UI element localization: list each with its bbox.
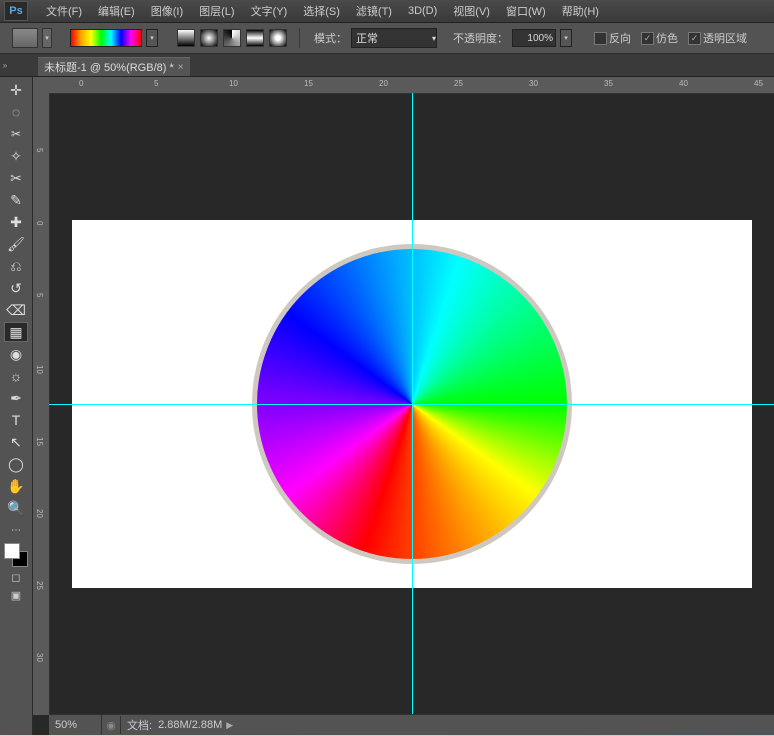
reverse-label: 反向 bbox=[609, 30, 631, 46]
ruler-tick: 45 bbox=[754, 79, 763, 88]
path-select-tool-icon[interactable]: ↖ bbox=[4, 432, 28, 452]
menu-help[interactable]: 帮助(H) bbox=[554, 3, 607, 19]
status-sync-icon[interactable]: ◉ bbox=[102, 716, 121, 734]
transparency-label: 透明区域 bbox=[703, 30, 747, 46]
ruler-tick: 35 bbox=[604, 79, 613, 88]
vertical-ruler[interactable]: 5 0 5 10 15 20 25 30 bbox=[33, 93, 50, 715]
ruler-tick: 15 bbox=[35, 437, 44, 446]
shape-tool-icon[interactable]: ◯ bbox=[4, 454, 28, 474]
foreground-background-swatch[interactable] bbox=[4, 543, 28, 567]
move-tool-icon[interactable]: ✛ bbox=[4, 80, 28, 100]
gradient-angle-icon[interactable] bbox=[223, 29, 241, 47]
canvas-area: 0 5 10 15 20 25 30 35 40 45 5 0 5 10 15 … bbox=[33, 77, 774, 735]
menu-layer[interactable]: 图层(L) bbox=[191, 3, 242, 19]
blend-mode-select[interactable]: 正常 ▾ bbox=[351, 28, 437, 48]
marquee-tool-icon[interactable]: ◌ bbox=[4, 102, 28, 122]
heal-tool-icon[interactable]: ✚ bbox=[4, 212, 28, 232]
horizontal-ruler[interactable]: 0 5 10 15 20 25 30 35 40 45 bbox=[49, 77, 774, 94]
blur-tool-icon[interactable]: ◉ bbox=[4, 344, 28, 364]
menu-bar: Ps 文件(F) 编辑(E) 图像(I) 图层(L) 文字(Y) 选择(S) 滤… bbox=[0, 0, 774, 23]
ruler-tick: 30 bbox=[529, 79, 538, 88]
document-tab[interactable]: 未标题-1 @ 50%(RGB/8) * × bbox=[38, 57, 190, 76]
gradient-tool-icon[interactable]: ▦ bbox=[4, 322, 28, 342]
ruler-tick: 10 bbox=[229, 79, 238, 88]
stamp-tool-icon[interactable]: ⎌ bbox=[4, 256, 28, 276]
zoom-input[interactable]: 50% bbox=[49, 715, 102, 735]
tool-palette: ✛ ◌ ✂ ✧ ✂ ✎ ✚ 🖌 ⎌ ↺ ⌫ ▦ ◉ ☼ ✒ T ↖ ◯ ✋ 🔍 … bbox=[0, 77, 33, 735]
expand-toolbar-button[interactable]: » bbox=[0, 54, 10, 76]
lasso-tool-icon[interactable]: ✂ bbox=[4, 124, 28, 144]
dither-checkbox[interactable]: 仿色 bbox=[641, 30, 678, 46]
eraser-tool-icon[interactable]: ⌫ bbox=[4, 300, 28, 320]
ruler-tick: 5 bbox=[35, 293, 44, 297]
gradient-picker-dropdown[interactable]: ▾ bbox=[146, 29, 158, 47]
menu-file[interactable]: 文件(F) bbox=[38, 3, 90, 19]
reverse-checkbox[interactable]: 反向 bbox=[594, 30, 631, 46]
gradient-linear-icon[interactable] bbox=[177, 29, 195, 47]
chevron-down-icon: ▾ bbox=[432, 34, 436, 43]
opacity-dropdown[interactable]: ▾ bbox=[560, 29, 572, 47]
menu-type[interactable]: 文字(Y) bbox=[243, 3, 296, 19]
ruler-origin[interactable] bbox=[33, 77, 50, 94]
dither-label: 仿色 bbox=[656, 30, 678, 46]
edit-toolbar-icon[interactable]: ⋯ bbox=[4, 520, 28, 540]
menu-image[interactable]: 图像(I) bbox=[143, 3, 191, 19]
gradient-diamond-icon[interactable] bbox=[269, 29, 287, 47]
dodge-tool-icon[interactable]: ☼ bbox=[4, 366, 28, 386]
ps-logo: Ps bbox=[4, 1, 28, 21]
history-brush-tool-icon[interactable]: ↺ bbox=[4, 278, 28, 298]
hand-tool-icon[interactable]: ✋ bbox=[4, 476, 28, 496]
document-tab-bar: 未标题-1 @ 50%(RGB/8) * × bbox=[0, 54, 774, 77]
horizontal-guide[interactable] bbox=[49, 404, 774, 405]
tab-close-icon[interactable]: × bbox=[178, 62, 184, 73]
ruler-tick: 5 bbox=[154, 79, 158, 88]
brush-tool-icon[interactable]: 🖌 bbox=[4, 234, 28, 254]
zoom-tool-icon[interactable]: 🔍 bbox=[4, 498, 28, 518]
gradient-preview[interactable] bbox=[70, 29, 142, 47]
document-tab-title: 未标题-1 @ 50%(RGB/8) * bbox=[44, 59, 174, 75]
ruler-tick: 0 bbox=[79, 79, 83, 88]
menu-window[interactable]: 窗口(W) bbox=[498, 3, 554, 19]
gradient-reflected-icon[interactable] bbox=[246, 29, 264, 47]
ruler-tick: 10 bbox=[35, 365, 44, 374]
transparency-checkbox[interactable]: 透明区域 bbox=[688, 30, 747, 46]
mode-label: 模式： bbox=[314, 30, 347, 46]
ruler-tick: 15 bbox=[304, 79, 313, 88]
opacity-label: 不透明度： bbox=[453, 30, 508, 46]
ruler-tick: 25 bbox=[454, 79, 463, 88]
menu-3d[interactable]: 3D(D) bbox=[400, 5, 445, 17]
quickmask-icon[interactable]: ◻ bbox=[6, 569, 26, 585]
tool-swatch-dropdown[interactable]: ▾ bbox=[42, 28, 52, 48]
menu-view[interactable]: 视图(V) bbox=[445, 3, 498, 19]
ruler-tick: 20 bbox=[379, 79, 388, 88]
ruler-tick: 5 bbox=[35, 148, 44, 152]
ruler-tick: 40 bbox=[679, 79, 688, 88]
type-tool-icon[interactable]: T bbox=[4, 410, 28, 430]
screenmode-icon[interactable]: ▣ bbox=[6, 587, 26, 603]
wand-tool-icon[interactable]: ✧ bbox=[4, 146, 28, 166]
status-bar: 50% ◉ 文档: 2.88M/2.88M ▶ bbox=[49, 714, 774, 735]
pen-tool-icon[interactable]: ✒ bbox=[4, 388, 28, 408]
doc-size-value: 2.88M/2.88M bbox=[158, 719, 222, 731]
menu-edit[interactable]: 编辑(E) bbox=[90, 3, 143, 19]
active-tool-swatch[interactable] bbox=[12, 28, 38, 48]
ruler-tick: 30 bbox=[35, 653, 44, 662]
crop-tool-icon[interactable]: ✂ bbox=[4, 168, 28, 188]
ruler-tick: 25 bbox=[35, 581, 44, 590]
doc-size-label: 文档: bbox=[121, 717, 158, 733]
blend-mode-value: 正常 bbox=[356, 30, 378, 46]
menu-filter[interactable]: 滤镜(T) bbox=[348, 3, 400, 19]
ruler-tick: 20 bbox=[35, 509, 44, 518]
eyedropper-tool-icon[interactable]: ✎ bbox=[4, 190, 28, 210]
opacity-input[interactable]: 100% bbox=[512, 29, 556, 47]
menu-select[interactable]: 选择(S) bbox=[295, 3, 348, 19]
options-bar: ▾ ▾ 模式： 正常 ▾ 不透明度： 100% ▾ 反向 仿色 透明区域 bbox=[0, 23, 774, 54]
ruler-tick: 0 bbox=[35, 221, 44, 225]
status-menu-arrow-icon[interactable]: ▶ bbox=[226, 720, 233, 731]
gradient-radial-icon[interactable] bbox=[200, 29, 218, 47]
